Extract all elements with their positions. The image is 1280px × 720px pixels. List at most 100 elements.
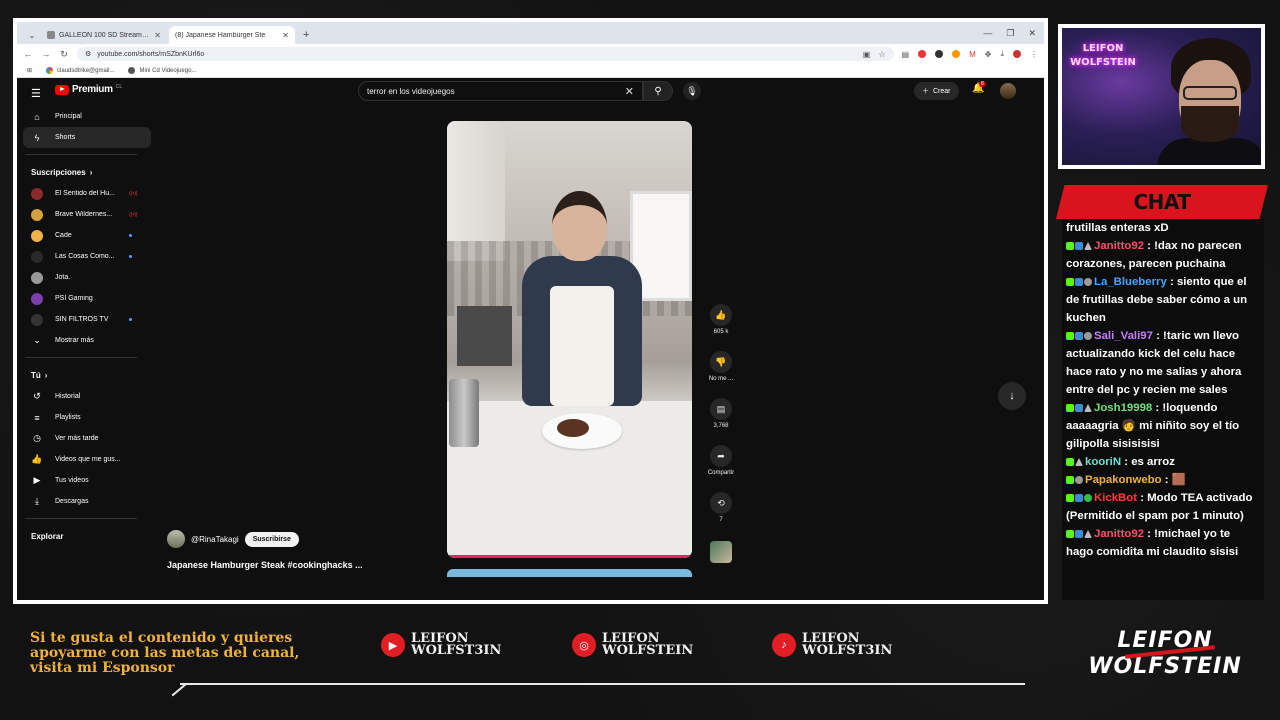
chat-username[interactable]: Janitto92: [1094, 240, 1144, 252]
account-avatar[interactable]: [1000, 83, 1016, 99]
channel-avatar[interactable]: [167, 530, 185, 548]
subscription-item[interactable]: Cade: [23, 225, 151, 246]
thumbs-down-icon: 👎: [715, 356, 727, 367]
sidebar-item-liked[interactable]: 👍 Videos que me gus...: [23, 449, 151, 470]
remix-button[interactable]: ⟲: [710, 492, 732, 514]
sidebar-item-principal[interactable]: ⌂ Principal: [23, 106, 151, 127]
bookmark-gmail[interactable]: claudsdtrike@gmail...: [46, 67, 114, 74]
show-more-button[interactable]: ⌄ Mostrar más: [23, 330, 151, 351]
next-short-preview[interactable]: [447, 569, 692, 577]
address-bar-row: ← → ↻ ⚙ youtube.com/shorts/mSZbnKUrl6o ▣…: [17, 44, 1044, 64]
tab-search-icon[interactable]: ⌄: [25, 26, 39, 44]
profile-icon[interactable]: [1013, 50, 1021, 58]
cast-icon[interactable]: ▣: [863, 50, 871, 59]
youtube-logo[interactable]: Premium CL: [55, 84, 122, 95]
chat-username[interactable]: Papakonwebo: [1085, 474, 1162, 486]
search-input[interactable]: terror en los videojuegos ✕: [358, 81, 643, 101]
sidebar-item-your-videos[interactable]: ▶ Tus videos: [23, 470, 151, 491]
subscriptions-header[interactable]: Suscripciones ›: [23, 161, 151, 183]
dislike-button[interactable]: 👎: [710, 351, 732, 373]
social-line2: WOLFSTEIN: [602, 643, 694, 658]
channel-avatar: [31, 229, 43, 242]
extension-icon[interactable]: [935, 50, 944, 58]
extension-icon[interactable]: [952, 50, 961, 58]
bookmark-favicon-icon: [128, 67, 136, 74]
tab-close-icon[interactable]: ✕: [282, 31, 289, 40]
bookmark-mini-cd[interactable]: Mini Cd Videojuego...: [128, 67, 196, 74]
youtube-play-icon: [55, 84, 69, 95]
new-content-dot: [129, 318, 132, 321]
subscription-item[interactable]: SIN FILTROS TV: [23, 309, 151, 330]
sidebar-item-shorts[interactable]: ϟ Shorts: [23, 127, 151, 148]
gmail-icon[interactable]: M: [969, 50, 976, 59]
voice-search-button[interactable]: 🎙: [683, 82, 701, 100]
sidebar-label: Shorts: [55, 134, 76, 141]
close-window-icon[interactable]: ✕: [1028, 28, 1036, 39]
bookmark-star-icon[interactable]: ☆: [878, 50, 885, 59]
omnibox-actions: ▣ ☆: [863, 50, 886, 59]
create-button[interactable]: ＋ Crear: [914, 82, 959, 100]
comment-count: 3,768: [713, 423, 729, 429]
next-video-button[interactable]: ↓: [998, 382, 1026, 410]
downloads-icon[interactable]: ⤓: [1000, 49, 1004, 59]
sidebar-item-downloads[interactable]: ⤓ Descargas: [23, 491, 151, 512]
sponsor-text: Si te gusta el contenido y quieres apoya…: [30, 630, 300, 676]
chat-username[interactable]: Janitto92: [1094, 528, 1144, 540]
extension-icon[interactable]: [918, 50, 927, 58]
badge-icon: [1075, 475, 1083, 484]
menu-dots-icon[interactable]: ⋮: [1030, 50, 1038, 59]
apps-grid-icon[interactable]: ⊞: [27, 67, 32, 74]
subscription-item[interactable]: PSI Gaming: [23, 288, 151, 309]
video-title[interactable]: Japanese Hamburger Steak #cookinghacks .…: [167, 560, 363, 570]
new-tab-button[interactable]: +: [297, 26, 315, 44]
chat-messages: frutillas enteras xD Janitto92 : !dax no …: [1062, 219, 1264, 600]
subscription-item[interactable]: Las Cosas Como...: [23, 246, 151, 267]
channel-handle[interactable]: @RinaTakagi: [191, 535, 239, 544]
video-progress-bar[interactable]: [447, 555, 692, 558]
subscription-item[interactable]: Brave Wildernes... ((•)): [23, 204, 151, 225]
puzzle-icon[interactable]: ✥: [985, 50, 992, 59]
chat-username[interactable]: KickBot: [1094, 492, 1137, 504]
url-text: youtube.com/shorts/mSZbnKUrl6o: [97, 50, 205, 58]
badge-icon: [1084, 331, 1092, 340]
omnibox[interactable]: ⚙ youtube.com/shorts/mSZbnKUrl6o ▣ ☆: [77, 47, 894, 61]
badge-icon: [1075, 403, 1083, 412]
tab-close-icon[interactable]: ✕: [154, 31, 161, 40]
explore-header: Explorar: [23, 525, 151, 547]
back-icon[interactable]: ←: [23, 49, 33, 59]
subscription-item[interactable]: El Sentido del Hu... ((•)): [23, 183, 151, 204]
like-button[interactable]: 👍: [710, 304, 732, 326]
sidebar-item-watch-later[interactable]: ◷ Ver más tarde: [23, 428, 151, 449]
you-header[interactable]: Tú ›: [23, 364, 151, 386]
site-info-icon[interactable]: ⚙: [85, 50, 91, 58]
sidebar-label: Historial: [55, 393, 81, 400]
share-button[interactable]: ➦: [710, 445, 732, 467]
sidebar-item-playlists[interactable]: ≡ Playlists: [23, 407, 151, 428]
badge-icon: [1084, 493, 1092, 502]
chat-username[interactable]: kooriN: [1085, 456, 1121, 468]
channel-name: Jota.: [55, 274, 71, 281]
chat-header: CHAT: [1056, 185, 1268, 219]
tab-galleon[interactable]: GALLEON 100 SD Stream Deck ✕: [41, 26, 167, 44]
channel-name: PSI Gaming: [55, 295, 93, 302]
badge-icon: [1066, 241, 1074, 250]
subscription-item[interactable]: Jota.: [23, 267, 151, 288]
chat-username[interactable]: Sali_Vali97: [1094, 330, 1153, 342]
user-badges: [1066, 475, 1083, 484]
chat-username[interactable]: La_Blueberry: [1094, 276, 1167, 288]
search-button[interactable]: ⚲: [643, 81, 673, 101]
tab-youtube[interactable]: (8) Japanese Hamburger Ste ✕: [17, 26, 295, 86]
clear-search-icon[interactable]: ✕: [625, 85, 634, 98]
reload-icon[interactable]: ↻: [59, 49, 69, 60]
restore-icon[interactable]: ❐: [1006, 28, 1014, 39]
shorts-video-player[interactable]: [447, 121, 692, 558]
chat-username[interactable]: Josh19998: [1094, 402, 1152, 414]
sound-thumbnail[interactable]: [710, 541, 732, 563]
minimize-icon[interactable]: —: [983, 28, 992, 38]
sidebar-item-historial[interactable]: ↺ Historial: [23, 386, 151, 407]
forward-icon[interactable]: →: [41, 49, 51, 59]
extension-icon[interactable]: ▤: [902, 50, 910, 59]
hamburger-menu-icon[interactable]: ☰: [31, 87, 41, 100]
subscribe-button[interactable]: Suscribirse: [244, 531, 299, 547]
comments-button[interactable]: ▤: [710, 398, 732, 420]
